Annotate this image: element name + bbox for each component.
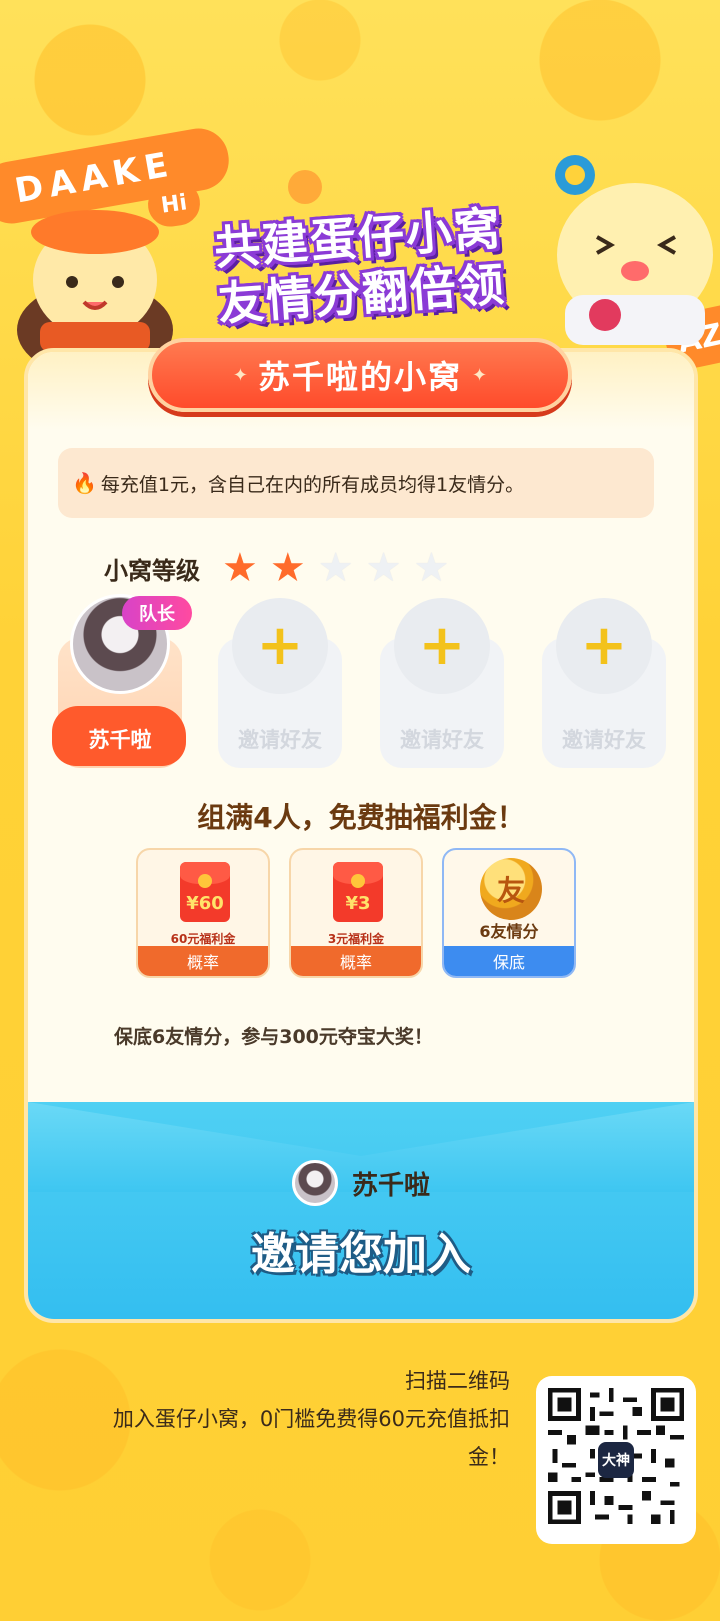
- inviter-info: 苏千啦: [28, 1160, 694, 1206]
- plus-circle: +: [556, 598, 652, 694]
- qr-code[interactable]: 大神: [536, 1376, 696, 1544]
- red-envelope-icon: ¥60: [180, 862, 230, 922]
- hero-title: 共建蛋仔小窝 友情分翻倍领: [177, 198, 544, 335]
- prize-list: ¥60 60元福利金 概率 ¥3 3元福利金 概率 友 6友情分 保底: [136, 848, 576, 978]
- prize-caption: 6友情分: [479, 922, 539, 941]
- member-slots: 队长 苏千啦 + 邀请好友 + 邀请好友 + 邀请好友: [52, 594, 678, 778]
- red-envelope-icon: ¥3: [333, 862, 383, 922]
- nest-name-banner: ✦ 苏千啦的小窝 ✦: [148, 338, 572, 412]
- invite-friend-label: 邀请好友: [400, 728, 484, 752]
- prize-card-friendship: 友 6友情分 保底: [442, 848, 576, 978]
- team-goal-title: 组满4人，免费抽福利金！: [197, 801, 525, 834]
- hero-banner: DAAKE AZ Hi 共建蛋仔小窝 友情分翻倍领: [0, 0, 720, 373]
- coin-glyph: 友: [496, 874, 525, 907]
- prize-caption: 3元福利金: [327, 932, 385, 946]
- inviter-avatar: [291, 1160, 338, 1206]
- recharge-notice: 🔥 每充值1元，含自己在内的所有成员均得1友情分。: [58, 448, 654, 518]
- fire-icon: 🔥: [72, 471, 97, 495]
- prize-caption: 60元福利金: [170, 932, 236, 946]
- invite-friend-slot[interactable]: + 邀请好友: [542, 598, 666, 774]
- invite-friend-slot[interactable]: + 邀请好友: [380, 598, 504, 774]
- star-empty-icon: ★: [317, 545, 354, 591]
- member-name: 苏千啦: [88, 728, 152, 752]
- plus-circle: +: [232, 598, 328, 694]
- star-empty-icon: ★: [365, 545, 402, 591]
- scan-line3: 金！: [468, 1445, 510, 1469]
- inviter-name: 苏千啦: [351, 1170, 430, 1201]
- friendship-coin-icon: 友: [480, 858, 542, 920]
- prize-footer: 保底: [444, 946, 574, 976]
- invite-friend-label: 邀请好友: [562, 728, 646, 752]
- plus-circle: +: [394, 598, 490, 694]
- star-filled-icon: ★: [222, 545, 258, 591]
- scan-instructions: 扫描二维码 加入蛋仔小窝，0门槛免费得60元充值抵扣 金！: [30, 1362, 510, 1476]
- app-logo-icon: 大神: [598, 1442, 634, 1478]
- member-slot-leader[interactable]: 队长 苏千啦: [52, 594, 192, 774]
- paw-icon: [288, 170, 322, 204]
- notice-text: 每充值1元，含自己在内的所有成员均得1友情分。: [100, 473, 525, 496]
- captain-badge: 队长: [122, 596, 192, 630]
- guarantee-text: 保底6友情分，参与300元夺宝大奖！: [114, 1026, 433, 1048]
- plus-icon: +: [418, 613, 466, 678]
- level-label: 小窝等级: [104, 556, 200, 585]
- prize-footer: 概率: [138, 946, 268, 976]
- prize-amount: ¥3: [345, 893, 371, 914]
- prize-card-60: ¥60 60元福利金 概率: [136, 848, 270, 978]
- invite-friend-slot[interactable]: + 邀请好友: [218, 598, 342, 774]
- nest-level: 小窝等级 ★ ★ ★ ★ ★: [104, 548, 449, 588]
- envelope-seal: [351, 874, 365, 888]
- prize-card-3: ¥3 3元福利金 概率: [289, 848, 423, 978]
- scan-line2: 加入蛋仔小窝，0门槛免费得60元充值抵扣: [112, 1407, 510, 1431]
- plus-icon: +: [256, 613, 304, 678]
- nest-name: 苏千啦的小窝: [257, 358, 462, 396]
- invite-join-text: 邀请您加入: [251, 1229, 471, 1280]
- scan-line1: 扫描二维码: [405, 1369, 510, 1393]
- mascot-right-illustration: [555, 155, 713, 345]
- invite-band: [28, 1102, 694, 1319]
- star-filled-icon: ★: [269, 545, 306, 591]
- invite-friend-label: 邀请好友: [238, 728, 322, 752]
- prize-footer: 概率: [291, 946, 421, 976]
- star-empty-icon: ★: [413, 545, 450, 591]
- nest-card: 🔥 每充值1元，含自己在内的所有成员均得1友情分。 小窝等级 ★ ★ ★ ★ ★…: [24, 348, 698, 1323]
- sparkle-icon: ✦: [232, 364, 248, 386]
- sparkle-icon: ✦: [472, 364, 488, 386]
- plus-icon: +: [580, 613, 628, 678]
- envelope-seal: [198, 874, 212, 888]
- prize-amount: ¥60: [186, 893, 224, 914]
